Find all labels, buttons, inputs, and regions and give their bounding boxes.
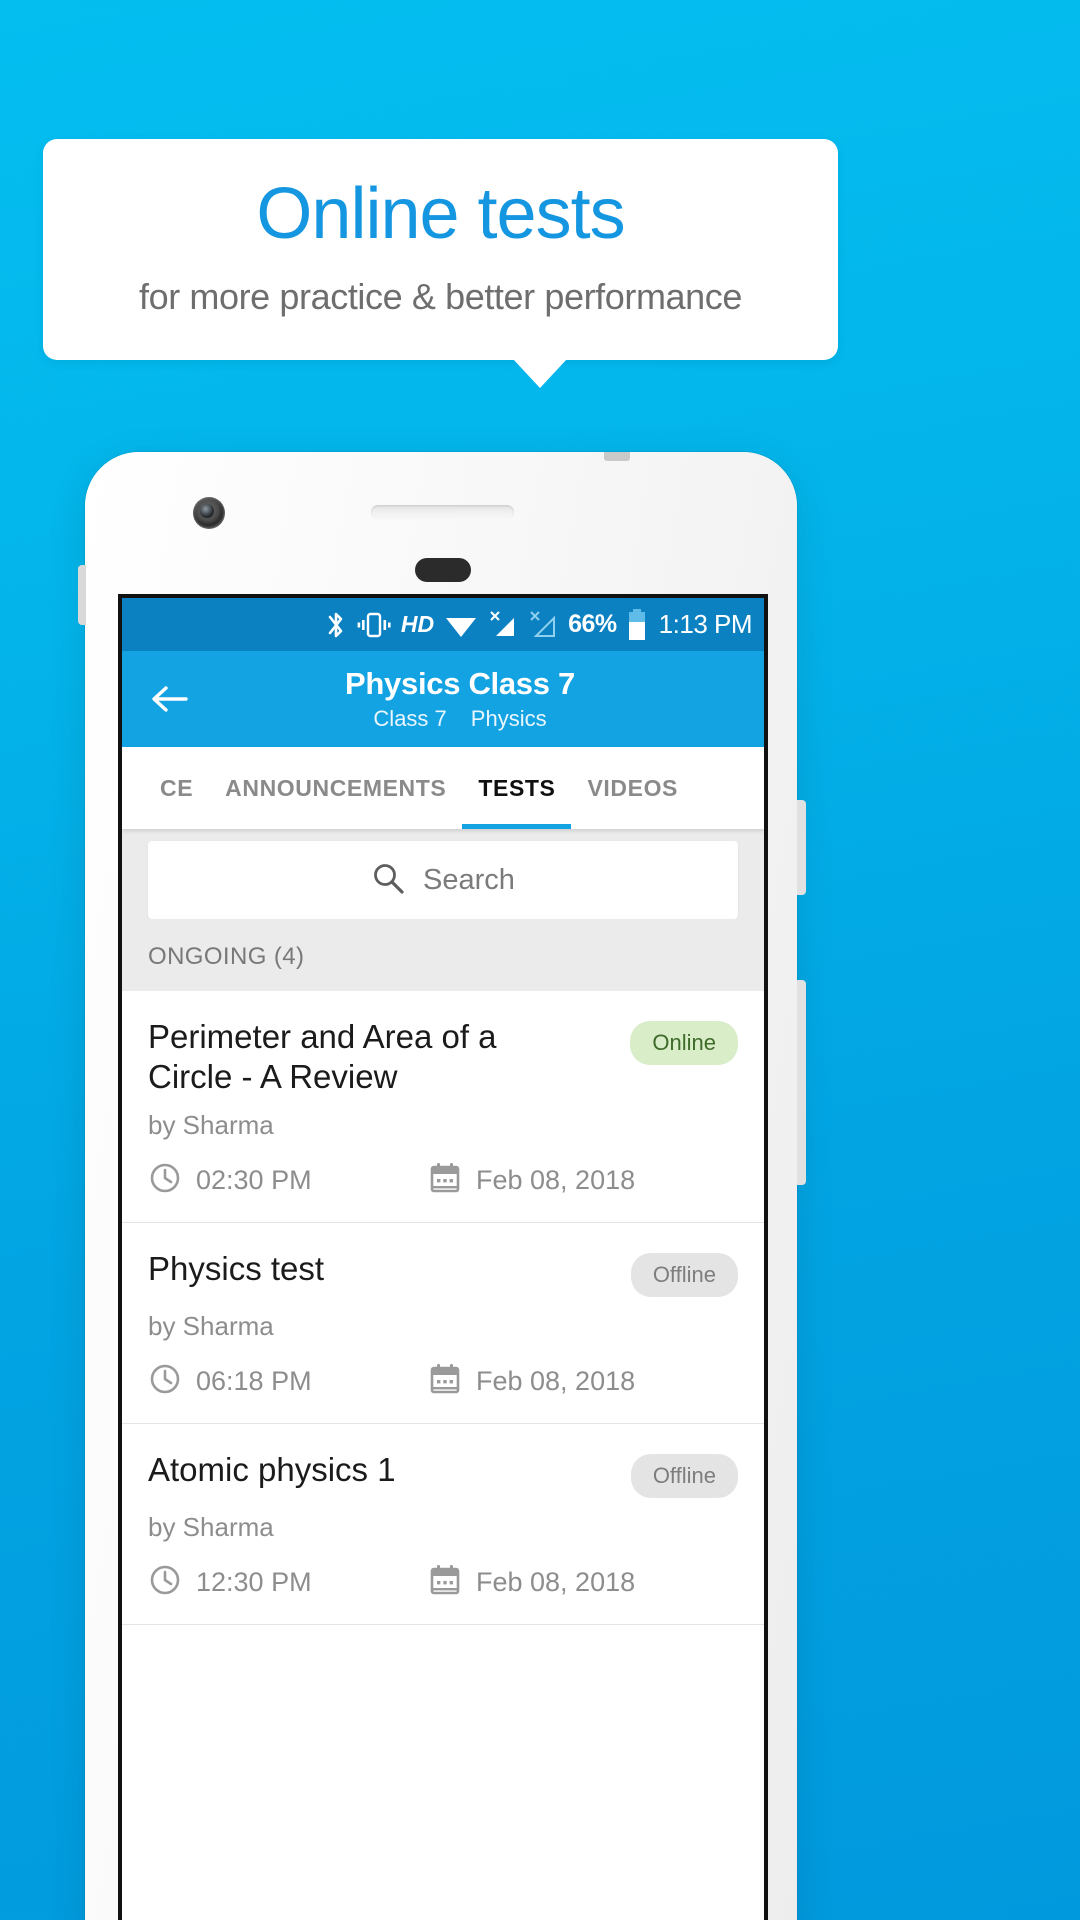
- section-header-ongoing: ONGOING (4): [122, 919, 764, 991]
- battery-percent-label: 66%: [568, 610, 617, 638]
- test-head: Atomic physics 1 Offline: [148, 1450, 738, 1499]
- test-author: by Sharma: [148, 1512, 274, 1543]
- tab-ce[interactable]: CE: [144, 747, 209, 829]
- tab-bar: CE ANNOUNCEMENTS TESTS VIDEOS: [122, 747, 764, 829]
- home-button[interactable]: [415, 558, 471, 582]
- test-time: 06:18 PM: [196, 1366, 312, 1397]
- test-meta: 06:18 PM Feb 08, 2018: [148, 1362, 738, 1401]
- test-title: Physics test: [148, 1250, 325, 1288]
- test-time: 02:30 PM: [196, 1165, 312, 1196]
- search-placeholder: Search: [423, 863, 515, 896]
- calendar-icon: [428, 1161, 462, 1200]
- breadcrumb: Class 7 Physics: [373, 706, 546, 732]
- clock-icon: [148, 1563, 182, 1602]
- signal-no-sim-icon: [528, 610, 558, 640]
- app-bar-titles: Physics Class 7 Class 7 Physics: [122, 666, 764, 732]
- test-author: by Sharma: [148, 1311, 274, 1342]
- battery-icon: [627, 608, 647, 641]
- tab-tests[interactable]: TESTS: [462, 747, 572, 829]
- test-title: Perimeter and Area of a Circle - A Revie…: [148, 1018, 497, 1095]
- phone-power-button: [797, 980, 806, 1185]
- test-meta: 02:30 PM Feb 08, 2018: [148, 1161, 738, 1200]
- breadcrumb-class: Class 7: [373, 706, 447, 731]
- test-date-cell: Feb 08, 2018: [428, 1563, 635, 1602]
- hd-indicator: HD: [400, 611, 435, 637]
- test-time-cell: 02:30 PM: [148, 1161, 428, 1200]
- clock-icon: [148, 1161, 182, 1200]
- calendar-icon: [428, 1563, 462, 1602]
- phone-screen: HD 66% 1:13 PM Physics Class 7 Class 7 P…: [118, 594, 768, 1920]
- calendar-icon: [428, 1362, 462, 1401]
- test-list: Perimeter and Area of a Circle - A Revie…: [122, 991, 764, 1626]
- signal-no-service-icon: [488, 610, 518, 640]
- tab-announcements[interactable]: ANNOUNCEMENTS: [209, 747, 462, 829]
- promo-bubble: Online tests for more practice & better …: [43, 139, 838, 360]
- test-date-cell: Feb 08, 2018: [428, 1161, 635, 1200]
- test-author: by Sharma: [148, 1110, 274, 1141]
- list-item[interactable]: Physics test Offline by Sharma 06:18 PM: [122, 1223, 764, 1425]
- phone-side-button-left: [78, 565, 86, 625]
- vibrate-icon: [357, 611, 391, 639]
- test-time: 12:30 PM: [196, 1567, 312, 1598]
- test-meta: 12:30 PM Feb 08, 2018: [148, 1563, 738, 1602]
- search-zone: Search: [122, 829, 764, 919]
- test-date: Feb 08, 2018: [476, 1165, 636, 1196]
- camera-lens-icon: [200, 504, 214, 518]
- status-bar: HD 66% 1:13 PM: [122, 598, 764, 651]
- page-title: Physics Class 7: [345, 666, 575, 701]
- breadcrumb-subject: Physics: [470, 706, 547, 731]
- search-input[interactable]: Search: [148, 841, 738, 919]
- phone-top-sensor: [604, 452, 630, 461]
- search-icon: [371, 861, 405, 900]
- clock-icon: [148, 1362, 182, 1401]
- tab-videos[interactable]: VIDEOS: [571, 747, 694, 829]
- test-time-cell: 06:18 PM: [148, 1362, 428, 1401]
- status-badge: Offline: [630, 1454, 738, 1499]
- test-date: Feb 08, 2018: [476, 1567, 636, 1598]
- list-item[interactable]: Perimeter and Area of a Circle - A Revie…: [122, 991, 764, 1224]
- status-bar-clock: 1:13 PM: [658, 609, 753, 639]
- bluetooth-icon: [325, 610, 347, 640]
- status-badge: Online: [630, 1021, 738, 1065]
- test-head: Physics test Offline: [148, 1249, 738, 1298]
- front-camera-icon: [193, 497, 225, 529]
- wifi-icon: [444, 611, 478, 639]
- status-badge: Offline: [630, 1253, 738, 1298]
- test-head: Perimeter and Area of a Circle - A Revie…: [148, 1017, 738, 1096]
- promo-subtitle: for more practice & better performance: [138, 276, 743, 318]
- test-date: Feb 08, 2018: [476, 1366, 636, 1397]
- test-date-cell: Feb 08, 2018: [428, 1362, 635, 1401]
- bubble-tail: [513, 359, 567, 388]
- back-arrow-icon[interactable]: [148, 677, 192, 721]
- promo-title: Online tests: [256, 173, 625, 254]
- phone-volume-button: [797, 800, 806, 895]
- earpiece-speaker: [371, 505, 514, 519]
- list-item[interactable]: Atomic physics 1 Offline by Sharma 12:30…: [122, 1424, 764, 1626]
- test-title: Atomic physics 1: [148, 1451, 396, 1489]
- test-time-cell: 12:30 PM: [148, 1563, 428, 1602]
- app-bar: Physics Class 7 Class 7 Physics: [122, 651, 764, 747]
